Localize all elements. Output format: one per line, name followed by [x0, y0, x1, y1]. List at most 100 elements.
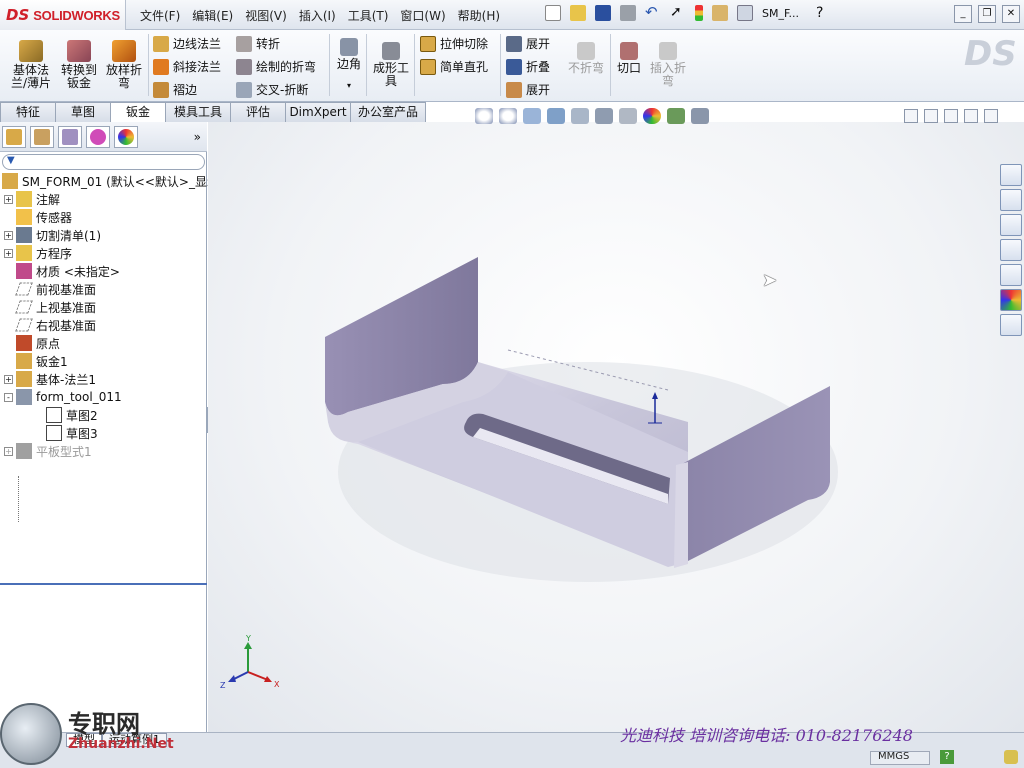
no-bends-button[interactable]: 不折弯	[564, 42, 608, 75]
previous-view-icon[interactable]	[523, 108, 541, 124]
expand-toggle-icon[interactable]: +	[4, 194, 13, 204]
rollback-bar[interactable]	[0, 583, 207, 585]
viewport-restore-icon[interactable]	[964, 109, 978, 123]
custom-properties-icon[interactable]	[1000, 314, 1022, 336]
expand-toggle-icon[interactable]: +	[4, 230, 13, 240]
corner-button[interactable]: 边角 ▾	[334, 38, 364, 92]
view-settings-icon[interactable]	[691, 108, 709, 124]
rip-button[interactable]: 切口	[614, 42, 644, 75]
tree-item[interactable]: + 切割清单(1)	[4, 226, 101, 244]
tree-filter-input[interactable]: ▼	[2, 154, 205, 170]
property-manager-tab-icon[interactable]	[30, 125, 54, 148]
corner-dropdown-icon[interactable]: ▾	[334, 79, 364, 92]
edit-appearance-icon[interactable]	[643, 108, 661, 124]
open-folder-icon[interactable]	[570, 5, 586, 21]
flatten-button[interactable]: 展开	[506, 81, 550, 98]
configuration-tab-icon[interactable]	[58, 125, 82, 148]
unfold-button[interactable]: 展开	[506, 35, 550, 52]
solidworks-resources-icon[interactable]	[1000, 164, 1022, 186]
viewport-close-icon[interactable]	[984, 109, 998, 123]
options-icon[interactable]	[737, 5, 753, 21]
section-view-icon[interactable]	[547, 108, 565, 124]
expand-toggle-icon[interactable]: +	[4, 446, 13, 456]
appearances-icon[interactable]	[1000, 289, 1022, 311]
menu-help[interactable]: 帮助(H)	[452, 7, 506, 24]
tab-evaluate[interactable]: 评估	[230, 102, 286, 122]
lofted-bend-button[interactable]: 放样折弯	[104, 40, 144, 90]
tree-item[interactable]: + 平板型式1	[4, 442, 92, 460]
tab-office-products[interactable]: 办公室产品	[350, 102, 426, 122]
close-icon[interactable]: ✕	[1002, 5, 1020, 23]
tree-item[interactable]: 传感器	[4, 208, 72, 226]
menu-file[interactable]: 文件(F)	[134, 7, 186, 24]
display-manager-tab-icon[interactable]	[114, 125, 138, 148]
help-status-icon[interactable]: ?	[940, 750, 954, 764]
tree-item[interactable]: - form_tool_011	[4, 388, 122, 406]
zoom-to-area-icon[interactable]	[499, 108, 517, 124]
select-pointer-icon[interactable]: ➚	[670, 5, 686, 21]
forming-tool-button[interactable]: 成形工具	[370, 42, 412, 88]
hide-show-items-icon[interactable]	[619, 108, 637, 124]
graphics-area[interactable]: Y X Z ➤	[208, 122, 1024, 732]
undo-icon[interactable]: ↶	[645, 5, 661, 21]
file-explorer-icon[interactable]	[1000, 239, 1022, 261]
tree-item[interactable]: 上视基准面	[4, 298, 96, 316]
expand-toggle-icon[interactable]: +	[4, 374, 13, 384]
tree-item[interactable]: + 注解	[4, 190, 60, 208]
expand-toggle-icon[interactable]: +	[4, 248, 13, 258]
print-icon[interactable]	[620, 5, 636, 21]
menu-edit[interactable]: 编辑(E)	[186, 7, 239, 24]
menu-view[interactable]: 视图(V)	[239, 7, 293, 24]
tab-sheet-metal[interactable]: 钣金	[110, 102, 166, 123]
miter-flange-button[interactable]: 斜接法兰	[153, 58, 221, 75]
help-icon[interactable]: ?	[816, 5, 823, 21]
new-file-icon[interactable]	[545, 5, 561, 21]
restore-icon[interactable]: ❐	[978, 5, 996, 23]
menu-tools[interactable]: 工具(T)	[342, 7, 395, 24]
rebuild-icon[interactable]	[695, 5, 703, 21]
tab-dimxpert[interactable]: DimXpert	[285, 102, 351, 122]
home-icon[interactable]	[1000, 189, 1022, 211]
tag-icon[interactable]	[1004, 750, 1018, 764]
tab-mold-tools[interactable]: 模具工具	[165, 102, 231, 122]
tree-item[interactable]: + 方程序	[4, 244, 72, 262]
expand-panel-icon[interactable]: »	[194, 130, 201, 144]
dimxpert-tab-icon[interactable]	[86, 125, 110, 148]
insert-bends-button[interactable]: 插入折弯	[648, 42, 688, 88]
menu-insert[interactable]: 插入(I)	[293, 7, 342, 24]
apply-scene-icon[interactable]	[667, 108, 685, 124]
view-orientation-icon[interactable]	[571, 108, 589, 124]
edge-flange-button[interactable]: 边线法兰	[153, 35, 221, 52]
minimize-icon[interactable]: _	[954, 5, 972, 23]
view-palette-icon[interactable]	[1000, 264, 1022, 286]
viewport-minimize-icon[interactable]	[944, 109, 958, 123]
tree-item[interactable]: 前视基准面	[4, 280, 96, 298]
menu-window[interactable]: 窗口(W)	[394, 7, 451, 24]
tree-item[interactable]: 草图2	[34, 406, 98, 424]
simple-hole-button[interactable]: 简单直孔	[420, 58, 488, 75]
tab-features[interactable]: 特征	[0, 102, 56, 122]
viewport-split-icon[interactable]	[904, 109, 918, 123]
tree-item[interactable]: + 基体-法兰1	[4, 370, 96, 388]
solidworks-logo[interactable]: DS SOLIDWORKS	[0, 0, 126, 30]
tree-item[interactable]: 草图3	[34, 424, 98, 442]
file-properties-icon[interactable]	[712, 5, 728, 21]
tree-item[interactable]: 原点	[4, 334, 60, 352]
save-icon[interactable]	[595, 5, 611, 21]
fold-button[interactable]: 折叠	[506, 58, 550, 75]
tree-item[interactable]: 右视基准面	[4, 316, 96, 334]
jog-button[interactable]: 转折	[236, 35, 280, 52]
tree-root[interactable]: SM_FORM_01 (默认<<默认>_显示状	[2, 172, 231, 190]
design-library-icon[interactable]	[1000, 214, 1022, 236]
hem-button[interactable]: 褶边	[153, 81, 197, 98]
tree-item[interactable]: 钣金1	[4, 352, 68, 370]
cross-break-button[interactable]: 交叉-折断	[236, 81, 308, 98]
tab-sketch[interactable]: 草图	[55, 102, 111, 122]
tree-item[interactable]: 材质 <未指定>	[4, 262, 120, 280]
expand-toggle-icon[interactable]: -	[4, 392, 13, 402]
viewport-link-icon[interactable]	[924, 109, 938, 123]
base-flange-button[interactable]: 基体法兰/薄片	[8, 40, 54, 90]
display-style-icon[interactable]	[595, 108, 613, 124]
feature-tree-tab-icon[interactable]	[2, 125, 26, 148]
extruded-cut-button[interactable]: 拉伸切除	[420, 35, 488, 52]
